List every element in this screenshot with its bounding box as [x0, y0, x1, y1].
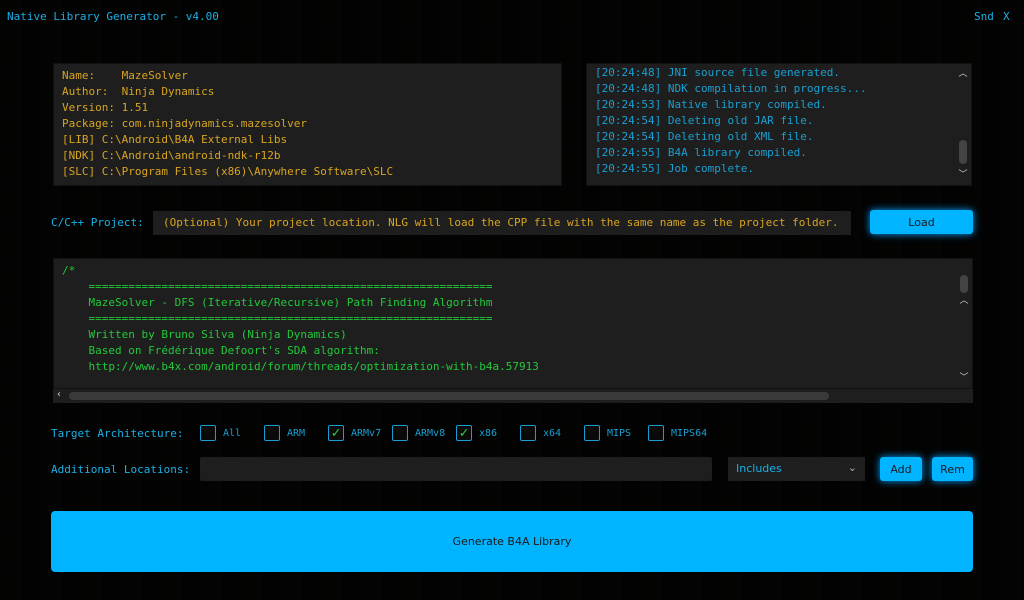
checkbox-armv8[interactable]: [392, 425, 408, 441]
info-line: Name: MazeSolver: [62, 69, 188, 82]
scroll-thumb[interactable]: [959, 140, 967, 164]
chevron-down-icon: ⌄: [847, 461, 857, 474]
code-line: Based on Frédérique Defoort's SDA algori…: [62, 344, 380, 357]
chevron-left-icon[interactable]: ‹: [56, 389, 62, 400]
generate-library-button[interactable]: Generate B4A Library: [51, 511, 973, 572]
chevron-up-icon[interactable]: ︿: [957, 66, 969, 82]
checkbox-label: ARMv8: [415, 428, 446, 439]
info-line: [SLC] C:\Program Files (x86)\Anywhere So…: [62, 165, 394, 178]
log-line: [20:24:54] Deleting old XML file.: [595, 130, 814, 143]
log-line: [20:24:48] NDK compilation in progress..…: [595, 82, 867, 95]
project-location-input[interactable]: (Optional) Your project location. NLG wi…: [153, 211, 851, 235]
close-button[interactable]: X: [1003, 10, 1010, 23]
code-line: Written by Bruno Silva (Ninja Dynamics): [62, 328, 347, 341]
checkbox-label: All: [223, 428, 242, 439]
checkbox-x86[interactable]: ✓: [456, 425, 472, 441]
info-line: [LIB] C:\Android\B4A External Libs: [62, 133, 288, 146]
location-type-select[interactable]: Includes ⌄: [728, 457, 865, 481]
log-panel: [20:24:48] JNI source file generated. [2…: [586, 63, 972, 186]
code-editor[interactable]: /* =====================================…: [53, 258, 973, 389]
checkbox-label: ARM: [287, 428, 306, 439]
checkbox-label: MIPS64: [671, 428, 708, 439]
project-label: C/C++ Project:: [51, 216, 144, 229]
checkbox-label: ARMv7: [351, 428, 382, 439]
checkbox-mips64[interactable]: [648, 425, 664, 441]
checkbox-all[interactable]: [200, 425, 216, 441]
info-line: [NDK] C:\Android\android-ndk-r12b: [62, 149, 281, 162]
log-line: [20:24:55] Job complete.: [595, 162, 754, 175]
checkbox-mips[interactable]: [584, 425, 600, 441]
code-scrollbar[interactable]: ︿ ﹀: [958, 261, 970, 386]
checkbox-x64[interactable]: [520, 425, 536, 441]
chevron-up-icon[interactable]: ︿: [958, 293, 970, 309]
checkbox-label: x86: [479, 428, 498, 439]
info-line: Version: 1.51: [62, 101, 149, 114]
code-line: ========================================…: [62, 280, 493, 293]
checkbox-label: MIPS: [607, 428, 632, 439]
scroll-thumb[interactable]: [69, 392, 829, 400]
info-line: Author: Ninja Dynamics: [62, 85, 215, 98]
window-title: Native Library Generator - v4.00: [7, 10, 219, 23]
log-line: [20:24:54] Deleting old JAR file.: [595, 114, 814, 127]
additional-locations-label: Additional Locations:: [51, 463, 191, 476]
load-button[interactable]: Load: [870, 210, 973, 234]
code-line: /*: [62, 264, 76, 277]
chevron-down-icon[interactable]: ﹀: [957, 167, 969, 183]
remove-location-button[interactable]: Rem: [932, 457, 973, 481]
log-line: [20:24:48] JNI source file generated.: [595, 66, 841, 79]
code-line: http://www.b4x.com/android/forum/threads…: [62, 360, 539, 373]
log-line: [20:24:55] B4A library compiled.: [595, 146, 807, 159]
log-line: [20:24:53] Native library compiled.: [595, 98, 827, 111]
checkbox-label: x64: [543, 428, 562, 439]
checkbox-arm[interactable]: [264, 425, 280, 441]
target-architecture-label: Target Architecture:: [51, 427, 184, 440]
code-line: MazeSolver - DFS (Iterative/Recursive) P…: [62, 296, 493, 309]
project-info-panel: Name: MazeSolver Author: Ninja Dynamics …: [53, 63, 562, 186]
sound-toggle-button[interactable]: Snd: [974, 10, 994, 23]
chevron-down-icon[interactable]: ﹀: [958, 370, 970, 386]
additional-locations-input[interactable]: [200, 457, 712, 481]
code-line: ========================================…: [62, 312, 493, 325]
select-value: Includes: [736, 462, 782, 475]
checkbox-armv7[interactable]: ✓: [328, 425, 344, 441]
code-horizontal-scrollbar[interactable]: ‹: [53, 389, 973, 403]
add-location-button[interactable]: Add: [880, 457, 922, 481]
scroll-thumb[interactable]: [960, 275, 968, 293]
log-scrollbar[interactable]: ︿ ﹀: [957, 66, 969, 183]
info-line: Package: com.ninjadynamics.mazesolver: [62, 117, 308, 130]
